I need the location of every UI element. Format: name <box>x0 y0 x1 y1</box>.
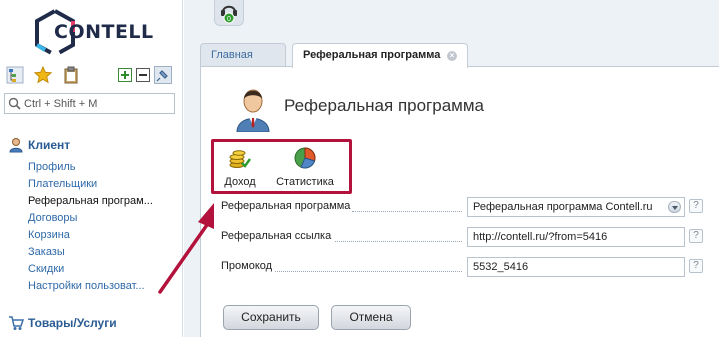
dotted-leader <box>352 211 462 212</box>
sidebar: CONTELL Клиент Профиль Плательщики Рефе <box>0 0 183 337</box>
page-title: Реферальная программа <box>284 96 484 115</box>
tab-referral[interactable]: Реферальная программа × <box>292 43 468 68</box>
referral-program-row: Реферальная программа Реферальная програ… <box>221 197 706 219</box>
sidebar-item-discounts[interactable]: Скидки <box>28 261 178 278</box>
user-icon <box>9 138 23 153</box>
search-input[interactable] <box>24 96 172 111</box>
logo: CONTELL <box>33 8 153 58</box>
sidebar-search[interactable] <box>4 93 175 114</box>
clipboard-icon[interactable] <box>62 66 80 84</box>
help-icon[interactable]: ? <box>689 259 703 273</box>
sidebar-item-payers[interactable]: Плательщики <box>28 176 178 193</box>
section-goods-title: Товары/Услуги <box>28 316 117 330</box>
pin-icon[interactable] <box>154 66 172 84</box>
cancel-button[interactable]: Отмена <box>331 305 411 330</box>
income-button-label: Доход <box>224 176 256 188</box>
tab-referral-label: Реферальная программа <box>303 49 441 61</box>
income-button[interactable]: Доход <box>219 142 261 190</box>
referral-link-field[interactable]: http://contell.ru/?from=5416 <box>467 227 685 247</box>
referral-link-label: Реферальная ссылка <box>221 230 332 242</box>
sidebar-item-orders[interactable]: Заказы <box>28 244 178 261</box>
help-icon[interactable]: ? <box>689 229 703 243</box>
referral-program-value: Реферальная программа Contell.ru <box>473 201 653 213</box>
referral-link-row: Реферальная ссылка http://contell.ru/?fr… <box>221 227 706 249</box>
close-icon[interactable]: × <box>447 51 457 61</box>
main-area: 0 Главная Реферальная программа × Рефера… <box>184 0 719 337</box>
notification-count: 0 <box>227 16 231 23</box>
promo-code-row: Промокод 5532_5416 ? <box>221 257 706 279</box>
chevron-down-icon[interactable] <box>668 201 681 213</box>
statistics-button[interactable]: Статистика <box>269 142 341 190</box>
tree-view-icon[interactable] <box>6 66 24 84</box>
cart-icon <box>9 316 24 330</box>
sidebar-toolbar <box>6 65 176 86</box>
referral-program-select[interactable]: Реферальная программа Contell.ru <box>467 197 685 217</box>
content-panel: Реферальная программа Доход Статистика Р… <box>200 66 719 337</box>
logo-text: CONTELL <box>54 21 154 43</box>
statistics-button-label: Статистика <box>276 176 334 188</box>
promo-code-value: 5532_5416 <box>473 261 529 273</box>
save-button[interactable]: Сохранить <box>223 305 319 330</box>
client-nav: Профиль Плательщики Реферальная програм.… <box>28 159 178 295</box>
referral-link-value: http://contell.ru/?from=5416 <box>473 231 608 243</box>
support-widget[interactable]: 0 <box>214 0 244 26</box>
actions-highlight: Доход Статистика <box>211 139 352 194</box>
section-client-title: Клиент <box>28 138 71 152</box>
dotted-leader <box>275 271 462 272</box>
help-icon[interactable]: ? <box>689 199 703 213</box>
promo-code-label: Промокод <box>221 260 273 272</box>
dotted-leader <box>335 241 462 242</box>
sidebar-item-contracts[interactable]: Договоры <box>28 210 178 227</box>
favorites-star-icon[interactable] <box>33 65 53 84</box>
search-icon <box>8 97 21 110</box>
headset-icon: 0 <box>221 5 237 24</box>
user-avatar-icon <box>236 89 270 132</box>
referral-program-label: Реферальная программа <box>221 200 351 212</box>
sidebar-item-referral[interactable]: Реферальная програм... <box>28 193 178 210</box>
expand-all-icon[interactable] <box>118 66 136 84</box>
promo-code-field[interactable]: 5532_5416 <box>467 257 685 277</box>
sidebar-item-user-settings[interactable]: Настройки пользоват... <box>28 278 178 295</box>
sidebar-item-cart[interactable]: Корзина <box>28 227 178 244</box>
tab-home[interactable]: Главная <box>200 43 286 67</box>
sidebar-item-profile[interactable]: Профиль <box>28 159 178 176</box>
pie-chart-icon <box>294 147 316 169</box>
coins-icon <box>229 150 252 168</box>
collapse-all-icon[interactable] <box>136 66 154 84</box>
tab-home-label: Главная <box>211 49 253 61</box>
